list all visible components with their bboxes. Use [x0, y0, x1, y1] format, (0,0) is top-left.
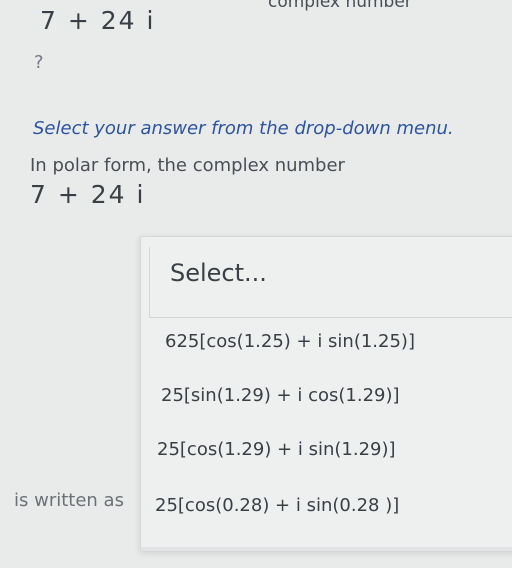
question-prompt: In polar form, the complex number [30, 155, 345, 176]
dropdown-select-box[interactable]: Select... [149, 247, 512, 318]
prior-question-text: complex number [268, 0, 412, 12]
dropdown-option-2[interactable]: 25[sin(1.29) + i cos(1.29)] [161, 385, 400, 406]
dropdown-option-3[interactable]: 25[cos(1.29) + i sin(1.29)] [157, 439, 396, 460]
complex-number: 7 + 24 i [30, 180, 146, 209]
question-mark: ? [34, 52, 44, 73]
answer-dropdown-menu[interactable]: Select... 625[cos(1.25) + i sin(1.25)] 2… [140, 236, 512, 551]
dropdown-bottom-edge [141, 547, 512, 551]
answer-suffix-text: is written as [14, 490, 124, 511]
prior-complex-number: 7 + 24 i [40, 6, 156, 35]
dropdown-option-1[interactable]: 625[cos(1.25) + i sin(1.25)] [165, 331, 415, 352]
dropdown-option-4[interactable]: 25[cos(0.28) + i sin(0.28 )] [155, 495, 399, 516]
instruction-text: Select your answer from the drop-down me… [33, 118, 454, 139]
dropdown-placeholder: Select... [170, 259, 267, 287]
